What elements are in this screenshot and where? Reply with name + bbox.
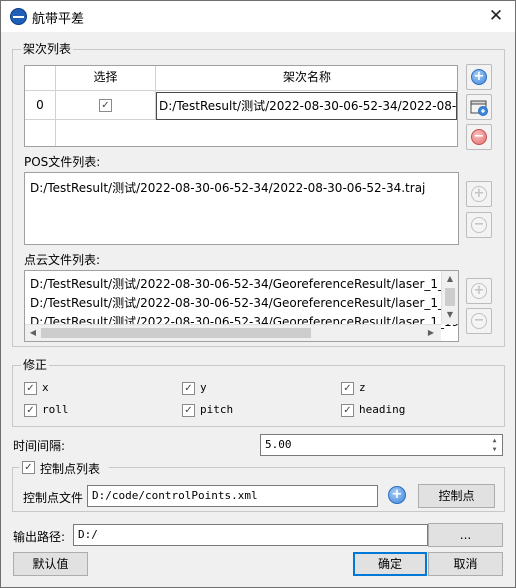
roll-label[interactable]: roll bbox=[42, 403, 69, 416]
add-icon: + bbox=[471, 186, 487, 202]
control-file-input[interactable]: D:/code/controlPoints.xml bbox=[87, 485, 378, 507]
pointcloud-file-list[interactable]: D:/TestResult/测试/2022-08-30-06-52-34/Geo… bbox=[24, 270, 459, 342]
pitch-checkbox[interactable]: ✓ bbox=[182, 404, 195, 417]
row-index-cell[interactable]: 0 bbox=[25, 91, 56, 120]
spin-down-icon[interactable]: ▼ bbox=[488, 445, 501, 454]
interval-label: 时间间隔: bbox=[13, 439, 66, 453]
scroll-up-arrow-icon[interactable]: ▲ bbox=[443, 272, 457, 286]
z-checkbox[interactable]: ✓ bbox=[341, 382, 354, 395]
row-frame-name-cell[interactable]: D:/TestResult/测试/2022-08-30-06-52-34/202… bbox=[156, 92, 457, 120]
control-points-button[interactable]: 控制点 bbox=[418, 484, 495, 508]
interval-spinbox[interactable]: 5.00 ▲ ▼ bbox=[260, 434, 503, 456]
pointcloud-list-label: 点云文件列表: bbox=[24, 253, 101, 267]
column-header-select[interactable]: 选择 bbox=[56, 66, 156, 91]
add-icon: + bbox=[388, 486, 406, 504]
frames-table[interactable]: 选择 架次名称 0 ✓ D:/TestResult/测试/2022-08-30-… bbox=[24, 65, 458, 147]
list-item[interactable]: D:/TestResult/测试/2022-08-30-06-52-34/202… bbox=[30, 179, 425, 196]
add-frame-button[interactable]: + bbox=[466, 64, 492, 90]
column-header-frame-name[interactable]: 架次名称 bbox=[156, 66, 457, 91]
dialog-window: 航带平差 ✕ 架次列表 选择 架次名称 0 ✓ D:/TestResult/测试… bbox=[0, 0, 516, 588]
control-enable-checkbox[interactable]: ✓ bbox=[22, 461, 35, 474]
remove-icon: − bbox=[471, 217, 487, 233]
window-title: 航带平差 bbox=[32, 12, 85, 27]
row-select-cell[interactable]: ✓ bbox=[56, 91, 156, 120]
add-icon: + bbox=[471, 283, 487, 299]
interval-value[interactable]: 5.00 bbox=[265, 438, 292, 451]
pitch-label[interactable]: pitch bbox=[200, 403, 233, 416]
vertical-scroll-thumb[interactable] bbox=[445, 288, 455, 306]
close-button[interactable]: ✕ bbox=[483, 4, 509, 28]
remove-pointcloud-button[interactable]: − bbox=[466, 308, 492, 334]
control-file-label: 控制点文件 bbox=[23, 491, 84, 505]
output-path-label: 输出路径: bbox=[13, 530, 66, 544]
frames-group-legend: 架次列表 bbox=[21, 41, 74, 57]
horizontal-scrollbar[interactable]: ◀ ▶ bbox=[25, 324, 441, 341]
remove-pos-button[interactable]: − bbox=[466, 212, 492, 238]
y-checkbox[interactable]: ✓ bbox=[182, 382, 195, 395]
roll-checkbox[interactable]: ✓ bbox=[24, 404, 37, 417]
scroll-left-arrow-icon[interactable]: ◀ bbox=[26, 326, 40, 340]
remove-icon: − bbox=[471, 129, 487, 145]
control-group-legend[interactable]: 控制点列表 bbox=[40, 460, 100, 477]
x-label[interactable]: x bbox=[42, 381, 49, 394]
browse-output-button[interactable]: ... bbox=[428, 523, 503, 547]
row-select-checkbox[interactable]: ✓ bbox=[99, 98, 112, 112]
ok-button[interactable]: 确定 bbox=[353, 552, 427, 576]
cancel-button[interactable]: 取消 bbox=[428, 552, 503, 576]
add-icon: + bbox=[471, 69, 487, 85]
pos-list-label: POS文件列表: bbox=[24, 155, 101, 169]
spin-up-icon[interactable]: ▲ bbox=[488, 436, 501, 445]
app-logo-icon bbox=[10, 8, 27, 25]
add-pos-button[interactable]: + bbox=[466, 181, 492, 207]
list-item[interactable]: D:/TestResult/测试/2022-08-30-06-52-34/Geo… bbox=[30, 294, 458, 311]
horizontal-scroll-thumb[interactable] bbox=[41, 328, 311, 338]
vertical-scrollbar[interactable]: ▲ ▼ bbox=[441, 271, 458, 324]
add-control-file-button[interactable]: + bbox=[386, 483, 412, 509]
remove-frame-button[interactable]: − bbox=[466, 124, 492, 150]
scroll-down-arrow-icon[interactable]: ▼ bbox=[443, 308, 457, 322]
x-checkbox[interactable]: ✓ bbox=[24, 382, 37, 395]
control-group-header[interactable]: ✓ 控制点列表 bbox=[19, 460, 109, 476]
add-pointcloud-button[interactable]: + bbox=[466, 278, 492, 304]
z-label[interactable]: z bbox=[359, 381, 366, 394]
default-values-button[interactable]: 默认值 bbox=[13, 552, 88, 576]
heading-checkbox[interactable]: ✓ bbox=[341, 404, 354, 417]
title-bar[interactable]: 航带平差 ✕ bbox=[1, 1, 515, 32]
empty-row-header bbox=[25, 120, 56, 146]
remove-icon: − bbox=[471, 313, 487, 329]
heading-label[interactable]: heading bbox=[359, 403, 405, 416]
y-label[interactable]: y bbox=[200, 381, 207, 394]
pos-file-list[interactable]: D:/TestResult/测试/2022-08-30-06-52-34/202… bbox=[24, 172, 459, 245]
add-folder-button[interactable] bbox=[466, 94, 492, 120]
list-item[interactable]: D:/TestResult/测试/2022-08-30-06-52-34/Geo… bbox=[30, 275, 458, 292]
table-corner-cell bbox=[25, 66, 56, 91]
correction-group: 修正 bbox=[12, 357, 505, 427]
scroll-right-arrow-icon[interactable]: ▶ bbox=[424, 326, 438, 340]
correction-group-legend: 修正 bbox=[21, 357, 50, 373]
spin-buttons[interactable]: ▲ ▼ bbox=[488, 436, 501, 454]
output-path-input[interactable]: D:/ bbox=[73, 524, 428, 546]
folder-add-icon bbox=[470, 100, 488, 116]
